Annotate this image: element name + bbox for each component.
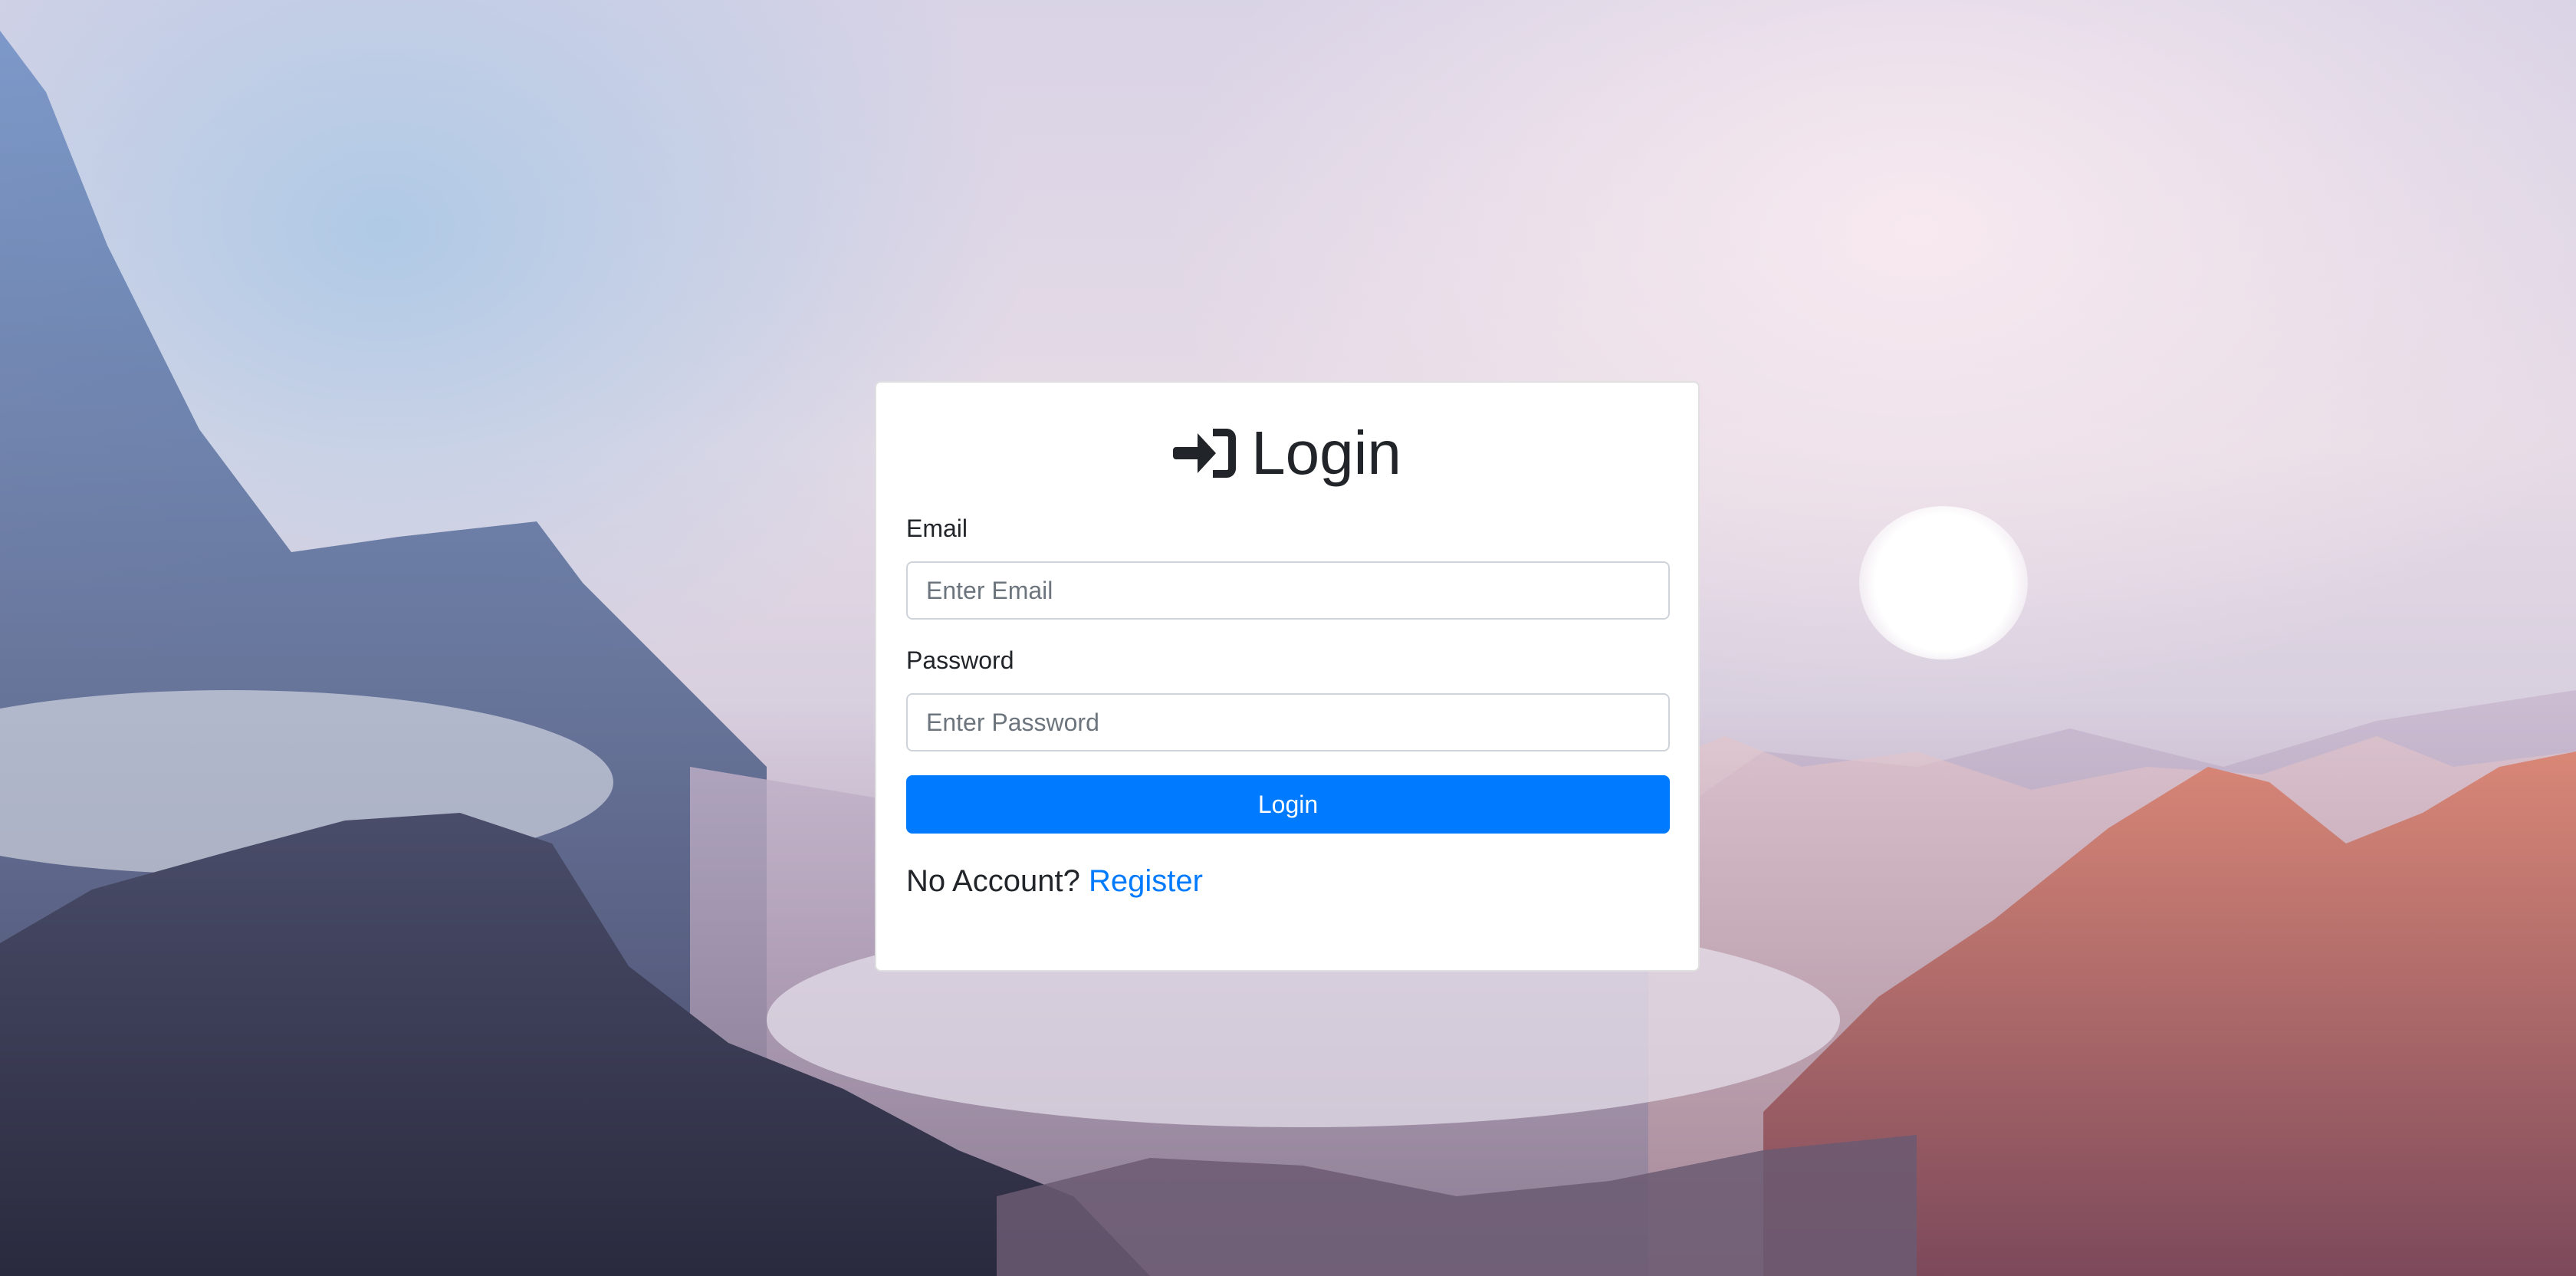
password-input[interactable] [906, 693, 1670, 751]
login-card: Login Email Password Login No Account? R… [875, 381, 1700, 972]
email-input[interactable] [906, 561, 1670, 620]
no-account-text: No Account? [906, 864, 1080, 898]
register-prompt: No Account? Register [906, 864, 1203, 899]
login-title: Login [876, 415, 1698, 492]
login-button[interactable]: Login [906, 775, 1670, 834]
register-link[interactable]: Register [1089, 864, 1203, 898]
email-label: Email [906, 515, 968, 542]
sign-in-icon [1173, 429, 1237, 478]
password-label: Password [906, 646, 1014, 674]
login-heading: Login [1251, 419, 1401, 487]
